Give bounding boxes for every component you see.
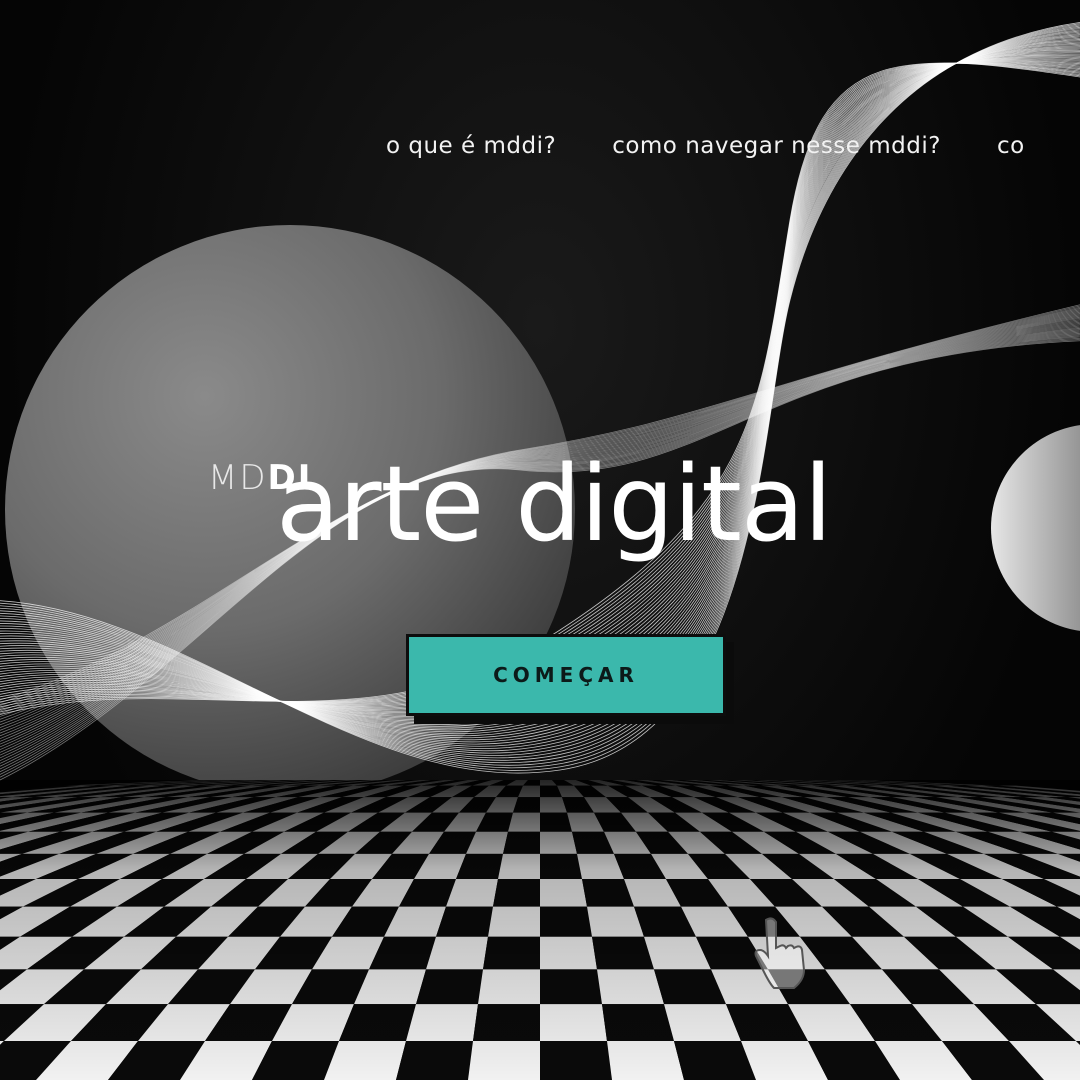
small-sphere [991,425,1080,631]
nav-item-o-que-e-mddi[interactable]: o que é mddi? [386,133,556,159]
landing-stage: o que é mddi? como navegar nesse mddi? c… [0,0,1080,1080]
page-title: arte digital [276,443,833,565]
start-button[interactable]: COMEÇAR [406,634,726,716]
nav-item-como-navegar[interactable]: como navegar nesse mddi? [612,133,941,159]
hand-pointer-icon [754,917,806,989]
nav-item-third[interactable]: co [997,133,1025,159]
top-nav: o que é mddi? como navegar nesse mddi? c… [386,133,1080,159]
